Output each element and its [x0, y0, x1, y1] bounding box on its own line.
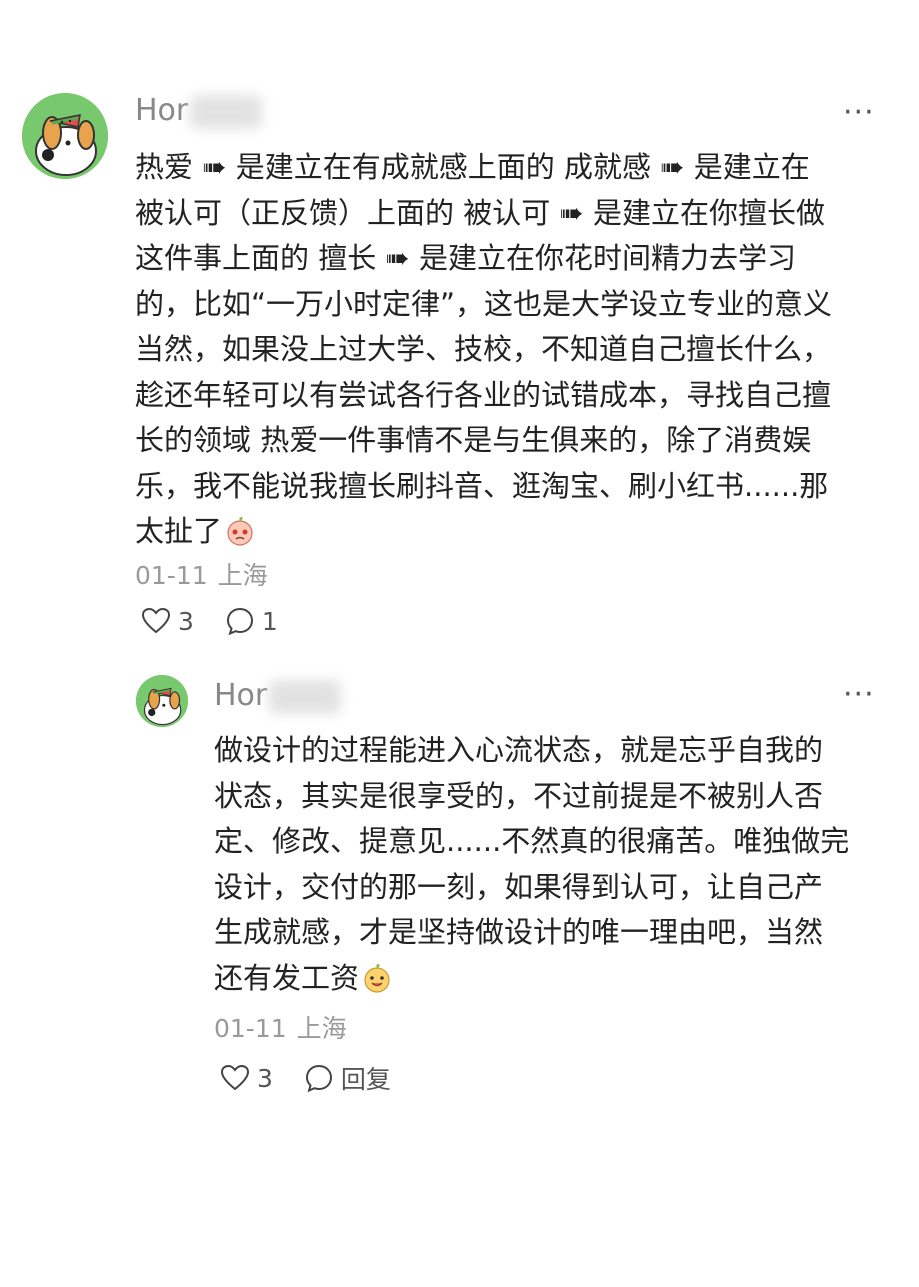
comment-text: 热爱 ➠ 是建立在有成就感上面的 成就感 ➠ 是建立在 被认可（正反馈）上面的 …: [135, 145, 875, 555]
comment-meta: 01-11 上海: [135, 556, 268, 592]
comment-line: 的，比如“一万小时定律”，这也是大学设立专业的意义: [135, 286, 833, 321]
heart-icon: [141, 607, 171, 634]
dog-avatar-icon: [136, 675, 188, 727]
comment-line: 长的领域 热爱一件事情不是与生俱来的，除了消费娱: [135, 423, 812, 457]
reply-label: 回复: [340, 1065, 391, 1094]
comment-date: 01-11: [135, 561, 208, 590]
heart-icon: [220, 1064, 250, 1091]
comment-line-last: 还有发工资: [214, 956, 894, 1002]
avatar[interactable]: [136, 675, 188, 727]
comment-line: 做设计的过程能进入心流状态，就是忘乎自我的: [214, 733, 824, 767]
happy-face-emoji-icon: [364, 963, 390, 993]
comment-line: 趁还年轻可以有尝试各行各业的试错成本，寻找自己擅: [135, 377, 832, 412]
comment-line: 状态，其实是很享受的，不过前提是不被别人否: [214, 778, 824, 813]
shy-face-emoji-icon: [227, 517, 253, 546]
comment-line-text: 还有发工资: [214, 960, 360, 995]
username[interactable]: Hor: [214, 678, 342, 714]
comment-location: 上海: [217, 561, 268, 590]
comment-bubble-icon: [305, 1064, 332, 1093]
comment-line: 乐，我不能说我擅长刷抖音、逛淘宝、刷小红书......那: [135, 468, 829, 503]
reply-count: 1: [261, 606, 278, 636]
reply-button[interactable]: 回复: [303, 1060, 391, 1096]
like-button[interactable]: 3: [140, 605, 194, 637]
username-blur: [269, 679, 342, 714]
comment-line: 定、修改、提意见......不然真的很痛苦。唯独做完: [214, 824, 850, 858]
username-text: Hor: [214, 678, 268, 713]
comment-actions: 3 1: [140, 605, 278, 637]
comment-line: 生成就感，才是坚持做设计的唯一理由吧，当然: [214, 915, 824, 949]
comment-line-last: 太扯了: [135, 509, 875, 555]
comment-location: 上海: [296, 1014, 347, 1043]
comment-line: 被认可（正反馈）上面的 被认可 ➠ 是建立在你擅长做: [135, 195, 825, 230]
username-text: Hor: [135, 93, 189, 128]
username-blur: [190, 94, 263, 129]
comment-line-text: 太扯了: [135, 514, 223, 548]
like-button[interactable]: 3: [219, 1062, 273, 1094]
comment-text: 做设计的过程能进入心流状态，就是忘乎自我的 状态，其实是很享受的，不过前提是不被…: [214, 728, 894, 1001]
avatar[interactable]: [22, 93, 108, 179]
like-count: 3: [257, 1063, 273, 1093]
like-count: 3: [178, 606, 194, 636]
comment-line: 热爱 ➠ 是建立在有成就感上面的 成就感 ➠ 是建立在: [135, 150, 810, 184]
reply-button[interactable]: 1: [224, 605, 278, 637]
more-options-icon[interactable]: ···: [843, 98, 875, 128]
comment-meta: 01-11 上海: [214, 1009, 347, 1045]
more-options-icon[interactable]: ···: [843, 680, 875, 710]
comment-actions: 3 回复: [219, 1060, 391, 1096]
comment-line: 设计，交付的那一刻，如果得到认可，让自己产: [214, 869, 824, 904]
dog-avatar-icon: [22, 93, 108, 179]
comment-date: 01-11: [214, 1014, 287, 1043]
comment-line: 当然，如果没上过大学、技校，不知道自己擅长什么，: [135, 332, 832, 366]
comment-bubble-icon: [226, 607, 253, 636]
username[interactable]: Hor: [135, 93, 263, 129]
comment-line: 这件事上面的 擅长 ➠ 是建立在你花时间精力去学习: [135, 241, 796, 275]
